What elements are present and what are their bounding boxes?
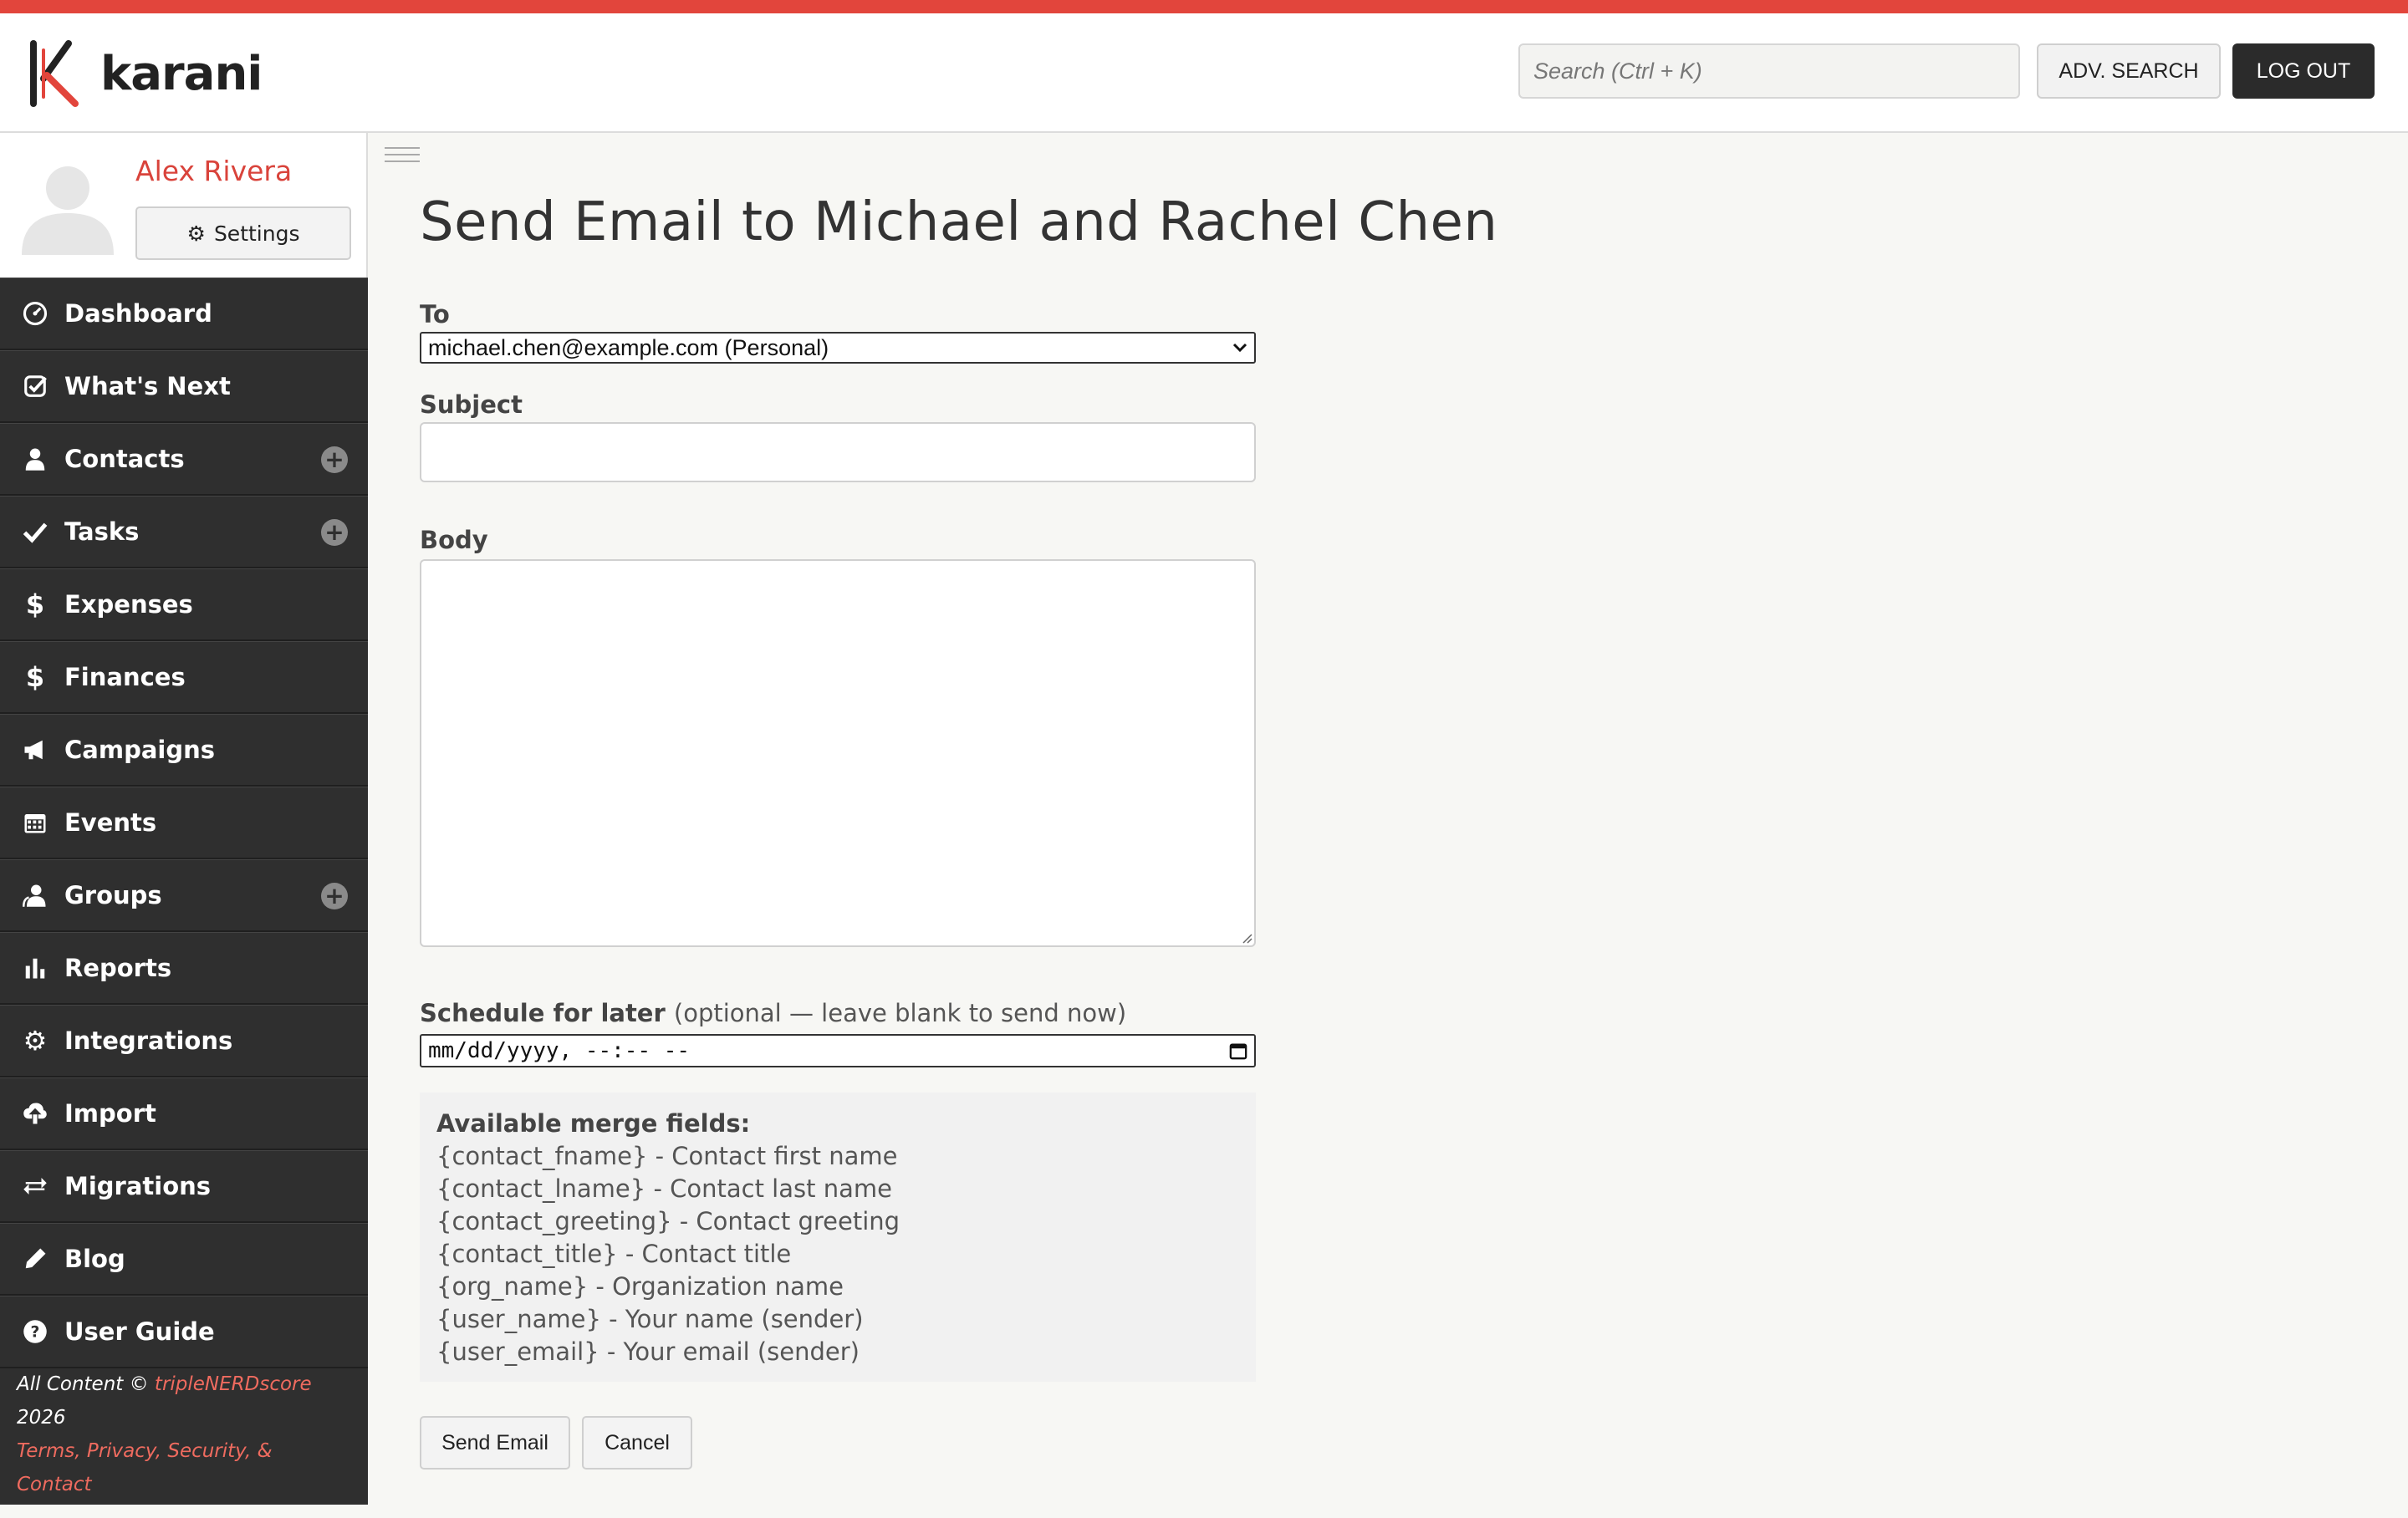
check-icon: [18, 519, 52, 544]
sidebar-item-label: Integrations: [64, 1026, 233, 1055]
schedule-optional-text: (optional — leave blank to send now): [673, 999, 1127, 1027]
header: karani ADV. SEARCH LOG OUT: [0, 13, 2408, 133]
schedule-datetime-input[interactable]: mm/dd/yyyy, --:-- --: [420, 1034, 1256, 1067]
user-name[interactable]: Alex Rivera: [135, 155, 292, 187]
copyright-text: All Content ©: [17, 1373, 149, 1395]
sidebar-item-label: Campaigns: [64, 736, 216, 764]
logo[interactable]: karani: [25, 38, 263, 109]
sidebar-item-user-guide[interactable]: ? User Guide: [0, 1296, 368, 1368]
sidebar-item-label: Tasks: [64, 517, 140, 546]
sidebar-toggle-icon[interactable]: [385, 147, 420, 166]
sidebar-item-import[interactable]: Import: [0, 1077, 368, 1150]
exchange-icon: [18, 1174, 52, 1199]
merge-field-item: {user_email} - Your email (sender): [436, 1337, 860, 1366]
settings-button[interactable]: ⚙ Settings: [135, 206, 351, 260]
merge-field-item: {contact_lname} - Contact last name: [436, 1174, 892, 1203]
terms-link[interactable]: Terms, Privacy, Security, & Contact: [17, 1440, 273, 1495]
subject-label: Subject: [420, 390, 523, 419]
check-square-icon: [18, 374, 52, 399]
sidebar-item-tasks[interactable]: Tasks +: [0, 496, 368, 568]
sidebar-item-label: Groups: [64, 881, 162, 909]
merge-field-item: {org_name} - Organization name: [436, 1272, 844, 1301]
logo-text: karani: [100, 46, 263, 101]
chevron-down-icon: [1232, 343, 1247, 353]
sidebar-item-label: Events: [64, 808, 157, 837]
add-group-icon[interactable]: +: [321, 883, 348, 909]
sidebar-item-label: Migrations: [64, 1172, 212, 1200]
bullhorn-icon: [18, 737, 52, 762]
bar-chart-icon: [18, 955, 52, 981]
user-icon: [18, 446, 52, 471]
sidebar-item-label: Finances: [64, 663, 186, 691]
advanced-search-button[interactable]: ADV. SEARCH: [2037, 43, 2221, 99]
sidebar-item-label: Contacts: [64, 445, 185, 473]
sidebar-item-label: Dashboard: [64, 299, 212, 328]
to-select-value: michael.chen@example.com (Personal): [428, 334, 829, 360]
sidebar-item-label: Expenses: [64, 590, 193, 619]
add-task-icon[interactable]: +: [321, 519, 348, 546]
gear-icon: ⚙: [186, 221, 206, 246]
dashboard-icon: [18, 301, 52, 326]
pencil-icon: [18, 1246, 52, 1271]
sidebar-item-expenses[interactable]: $ Expenses: [0, 568, 368, 641]
sidebar-item-label: Import: [64, 1099, 156, 1128]
add-contact-icon[interactable]: +: [321, 446, 348, 473]
brand-link[interactable]: tripleNERDscore: [155, 1373, 312, 1395]
copyright-year: 2026: [17, 1407, 66, 1429]
gear-icon: ⚙: [23, 1025, 48, 1057]
schedule-label: Schedule for later (optional — leave bla…: [420, 999, 1126, 1027]
sidebar-item-label: Blog: [64, 1245, 125, 1273]
sidebar-footer: All Content © tripleNERDscore 2026 Terms…: [0, 1368, 368, 1501]
merge-field-item: {contact_fname} - Contact first name: [436, 1142, 898, 1170]
avatar[interactable]: [17, 153, 119, 255]
schedule-label-text: Schedule for later: [420, 999, 666, 1027]
page-title: Send Email to Michael and Rachel Chen: [420, 191, 1498, 253]
merge-field-item: {contact_greeting} - Contact greeting: [436, 1207, 900, 1235]
merge-field-item: {user_name} - Your name (sender): [436, 1305, 864, 1333]
question-icon: ?: [18, 1319, 52, 1344]
sidebar-nav: Dashboard What's Next Contacts + Tasks +…: [0, 278, 368, 1368]
dollar-icon: $: [25, 588, 45, 620]
dollar-icon: $: [25, 661, 45, 693]
body-textarea[interactable]: [420, 559, 1256, 947]
sidebar-item-dashboard[interactable]: Dashboard: [0, 278, 368, 350]
sidebar: Alex Rivera ⚙ Settings Dashboard What's …: [0, 133, 368, 1505]
sidebar-item-label: What's Next: [64, 372, 231, 400]
to-select[interactable]: michael.chen@example.com (Personal): [420, 332, 1256, 364]
merge-fields-title: Available merge fields:: [436, 1109, 751, 1138]
to-label: To: [420, 300, 450, 329]
sidebar-item-campaigns[interactable]: Campaigns: [0, 714, 368, 787]
body-label: Body: [420, 526, 488, 554]
users-icon: [18, 883, 52, 908]
profile-card: Alex Rivera ⚙ Settings: [0, 133, 368, 278]
sidebar-item-label: User Guide: [64, 1317, 215, 1346]
sidebar-item-whats-next[interactable]: What's Next: [0, 350, 368, 423]
logout-button[interactable]: LOG OUT: [2232, 43, 2375, 99]
sidebar-item-groups[interactable]: Groups +: [0, 859, 368, 932]
search-input[interactable]: [1518, 43, 2020, 99]
sidebar-item-integrations[interactable]: ⚙ Integrations: [0, 1005, 368, 1077]
sidebar-item-label: Reports: [64, 954, 172, 982]
subject-input[interactable]: [420, 422, 1256, 482]
top-accent-bar: [0, 0, 2408, 13]
svg-text:?: ?: [31, 1323, 40, 1341]
sidebar-item-blog[interactable]: Blog: [0, 1223, 368, 1296]
cancel-button[interactable]: Cancel: [582, 1416, 692, 1470]
schedule-placeholder: mm/dd/yyyy, --:-- --: [428, 1038, 691, 1063]
karani-logo-icon: [30, 40, 79, 107]
send-email-button[interactable]: Send Email: [420, 1416, 570, 1470]
settings-label: Settings: [213, 221, 300, 246]
sidebar-item-finances[interactable]: $ Finances: [0, 641, 368, 714]
calendar-icon: [18, 810, 52, 835]
sidebar-item-events[interactable]: Events: [0, 787, 368, 859]
sidebar-item-contacts[interactable]: Contacts +: [0, 423, 368, 496]
cloud-upload-icon: [18, 1101, 52, 1126]
sidebar-item-migrations[interactable]: Migrations: [0, 1150, 368, 1223]
sidebar-item-reports[interactable]: Reports: [0, 932, 368, 1005]
calendar-icon[interactable]: [1229, 1042, 1247, 1060]
merge-field-item: {contact_title} - Contact title: [436, 1240, 792, 1268]
resize-handle-icon[interactable]: [1241, 932, 1252, 944]
merge-fields-panel: Available merge fields: {contact_fname} …: [420, 1093, 1256, 1382]
